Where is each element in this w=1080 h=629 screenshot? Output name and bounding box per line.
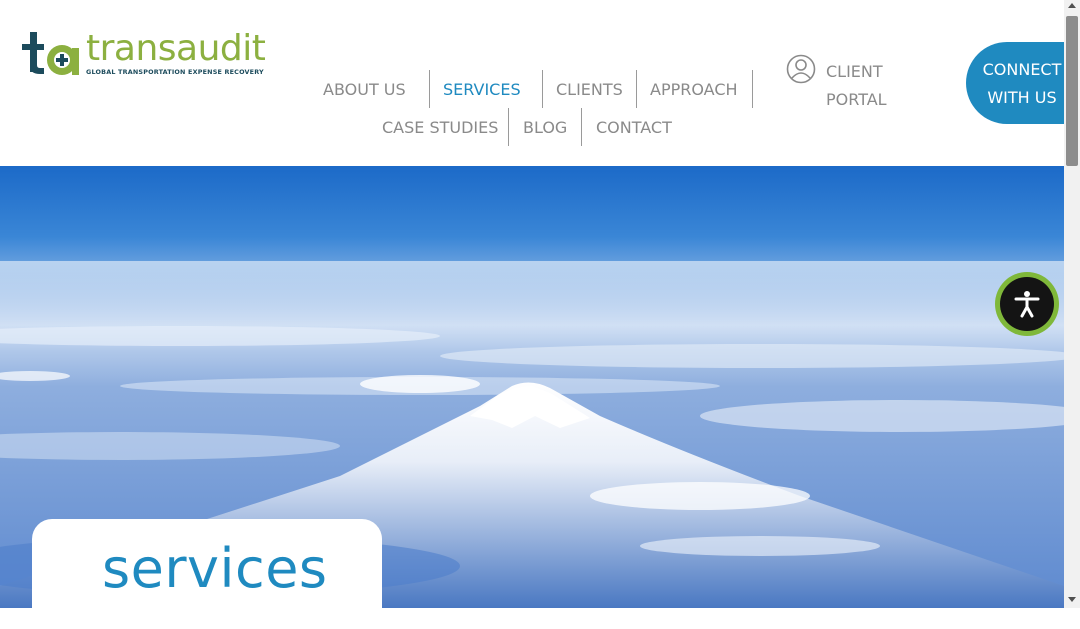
scroll-up-arrow-icon[interactable] [1068, 3, 1076, 8]
nav-blog[interactable]: BLOG [523, 118, 567, 137]
accessibility-button-inner [1000, 277, 1054, 331]
scrollbar-thumb[interactable] [1066, 16, 1078, 166]
connect-line1: CONNECT [982, 60, 1062, 79]
client-portal-line2: PORTAL [826, 90, 887, 109]
site-header: transaudit GLOBAL TRANSPORTATION EXPENSE… [0, 0, 1080, 166]
accessibility-button[interactable] [995, 272, 1059, 336]
page-title: services [102, 537, 328, 600]
nav-divider [429, 70, 430, 108]
page-title-card: services [32, 519, 382, 629]
connect-line2: WITH US [987, 88, 1057, 107]
accessibility-icon [1014, 291, 1040, 318]
logo[interactable]: transaudit GLOBAL TRANSPORTATION EXPENSE… [20, 28, 280, 78]
logo-wordmark: transaudit [86, 28, 266, 69]
page-scrollbar[interactable] [1064, 0, 1080, 608]
nav-divider [752, 70, 753, 108]
nav-divider [542, 70, 543, 108]
logo-mark-icon [22, 32, 79, 75]
nav-services[interactable]: SERVICES [443, 80, 521, 99]
nav-clients[interactable]: CLIENTS [556, 80, 623, 99]
nav-divider [508, 108, 509, 146]
user-circle-icon [786, 54, 816, 84]
nav-divider [581, 108, 582, 146]
nav-contact[interactable]: CONTACT [596, 118, 672, 137]
client-portal-link[interactable]: CLIENT PORTAL [786, 54, 906, 114]
client-portal-line1: CLIENT [826, 62, 883, 81]
logo-tagline: GLOBAL TRANSPORTATION EXPENSE RECOVERY [86, 68, 264, 76]
nav-about-us[interactable]: ABOUT US [323, 80, 406, 99]
client-portal-label: CLIENT PORTAL [826, 58, 906, 114]
scroll-down-arrow-icon[interactable] [1068, 597, 1076, 602]
nav-approach[interactable]: APPROACH [650, 80, 738, 99]
connect-with-us-button[interactable]: CONNECT WITH US [966, 42, 1080, 124]
nav-case-studies[interactable]: CASE STUDIES [382, 118, 498, 137]
nav-divider [636, 70, 637, 108]
connect-button-label: CONNECT WITH US [976, 56, 1068, 112]
